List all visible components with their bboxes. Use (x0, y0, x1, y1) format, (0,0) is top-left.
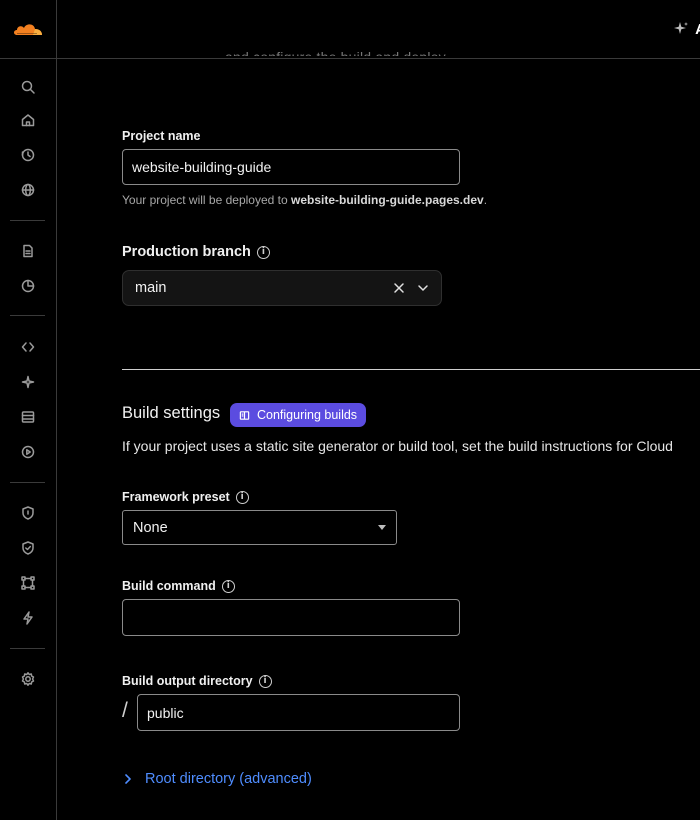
build-settings-description: If your project uses a static site gener… (122, 438, 673, 454)
history-icon[interactable] (18, 145, 38, 165)
configuring-builds-label: Configuring builds (257, 408, 358, 422)
gear-icon[interactable] (18, 669, 38, 689)
sparkle-icon (674, 22, 689, 34)
info-icon[interactable]: i (258, 674, 272, 688)
production-branch-select[interactable]: main (122, 270, 442, 306)
deploy-domain: website-building-guide.pages.dev (291, 193, 484, 207)
build-output-field[interactable] (147, 704, 450, 721)
build-command-input[interactable] (122, 599, 460, 636)
production-branch-value: main (135, 280, 167, 296)
shield-icon[interactable] (18, 503, 38, 523)
framework-preset-value: None (133, 519, 168, 536)
sidebar-divider (10, 482, 45, 483)
media-icon[interactable] (18, 442, 38, 462)
storage-icon[interactable] (18, 407, 38, 427)
framework-preset-label: Framework preset i (122, 490, 249, 504)
project-name-label: Project name (122, 129, 201, 143)
search-icon[interactable] (18, 77, 38, 97)
ai-assistant-button[interactable]: A (673, 19, 700, 39)
configuring-builds-link[interactable]: Configuring builds (230, 403, 367, 427)
shield-check-icon[interactable] (18, 538, 38, 558)
project-name-field[interactable] (132, 159, 450, 175)
analytics-icon[interactable] (18, 276, 38, 296)
project-name-input[interactable] (122, 149, 460, 185)
cut-off-description: and configure the build and deploy (225, 44, 446, 56)
cloud-logo-icon (14, 24, 42, 35)
dropdown-triangle-icon (378, 525, 386, 530)
info-icon[interactable]: i (221, 579, 235, 593)
header-action-label: A (695, 21, 700, 38)
build-output-label: Build output directory i (122, 674, 272, 688)
section-divider (122, 369, 700, 370)
home-icon[interactable] (18, 110, 38, 130)
app-root: and configure the build and deploy A Pro… (0, 0, 700, 820)
sparkle-icon[interactable] (18, 372, 38, 392)
globe-icon[interactable] (18, 180, 38, 200)
chevron-right-icon (125, 774, 131, 784)
build-command-label: Build command i (122, 579, 235, 593)
document-icon[interactable] (18, 241, 38, 261)
build-command-field[interactable] (132, 609, 450, 626)
chevron-down-icon[interactable] (417, 282, 429, 294)
book-icon (239, 410, 250, 420)
project-deploy-help: Your project will be deployed to website… (122, 193, 488, 207)
path-prefix-slash: / (122, 699, 128, 722)
sidebar-divider (10, 315, 45, 316)
info-icon[interactable]: i (256, 245, 270, 259)
production-branch-label: Production branch i (122, 244, 270, 260)
sidebar (0, 0, 57, 820)
lightning-icon[interactable] (18, 608, 38, 628)
code-icon[interactable] (18, 337, 38, 357)
root-directory-toggle[interactable]: Root directory (advanced) (122, 771, 312, 787)
build-settings-title: Build settings (122, 404, 221, 422)
network-icon[interactable] (18, 573, 38, 593)
cloudflare-logo[interactable] (0, 0, 56, 59)
sidebar-divider (10, 220, 45, 221)
sidebar-divider (10, 648, 45, 649)
top-header: and configure the build and deploy A (57, 0, 700, 59)
framework-preset-select[interactable]: None (122, 510, 397, 545)
info-icon[interactable]: i (235, 490, 249, 504)
clear-icon[interactable] (393, 282, 405, 294)
root-directory-label: Root directory (advanced) (145, 771, 312, 787)
build-output-input[interactable] (137, 694, 460, 731)
